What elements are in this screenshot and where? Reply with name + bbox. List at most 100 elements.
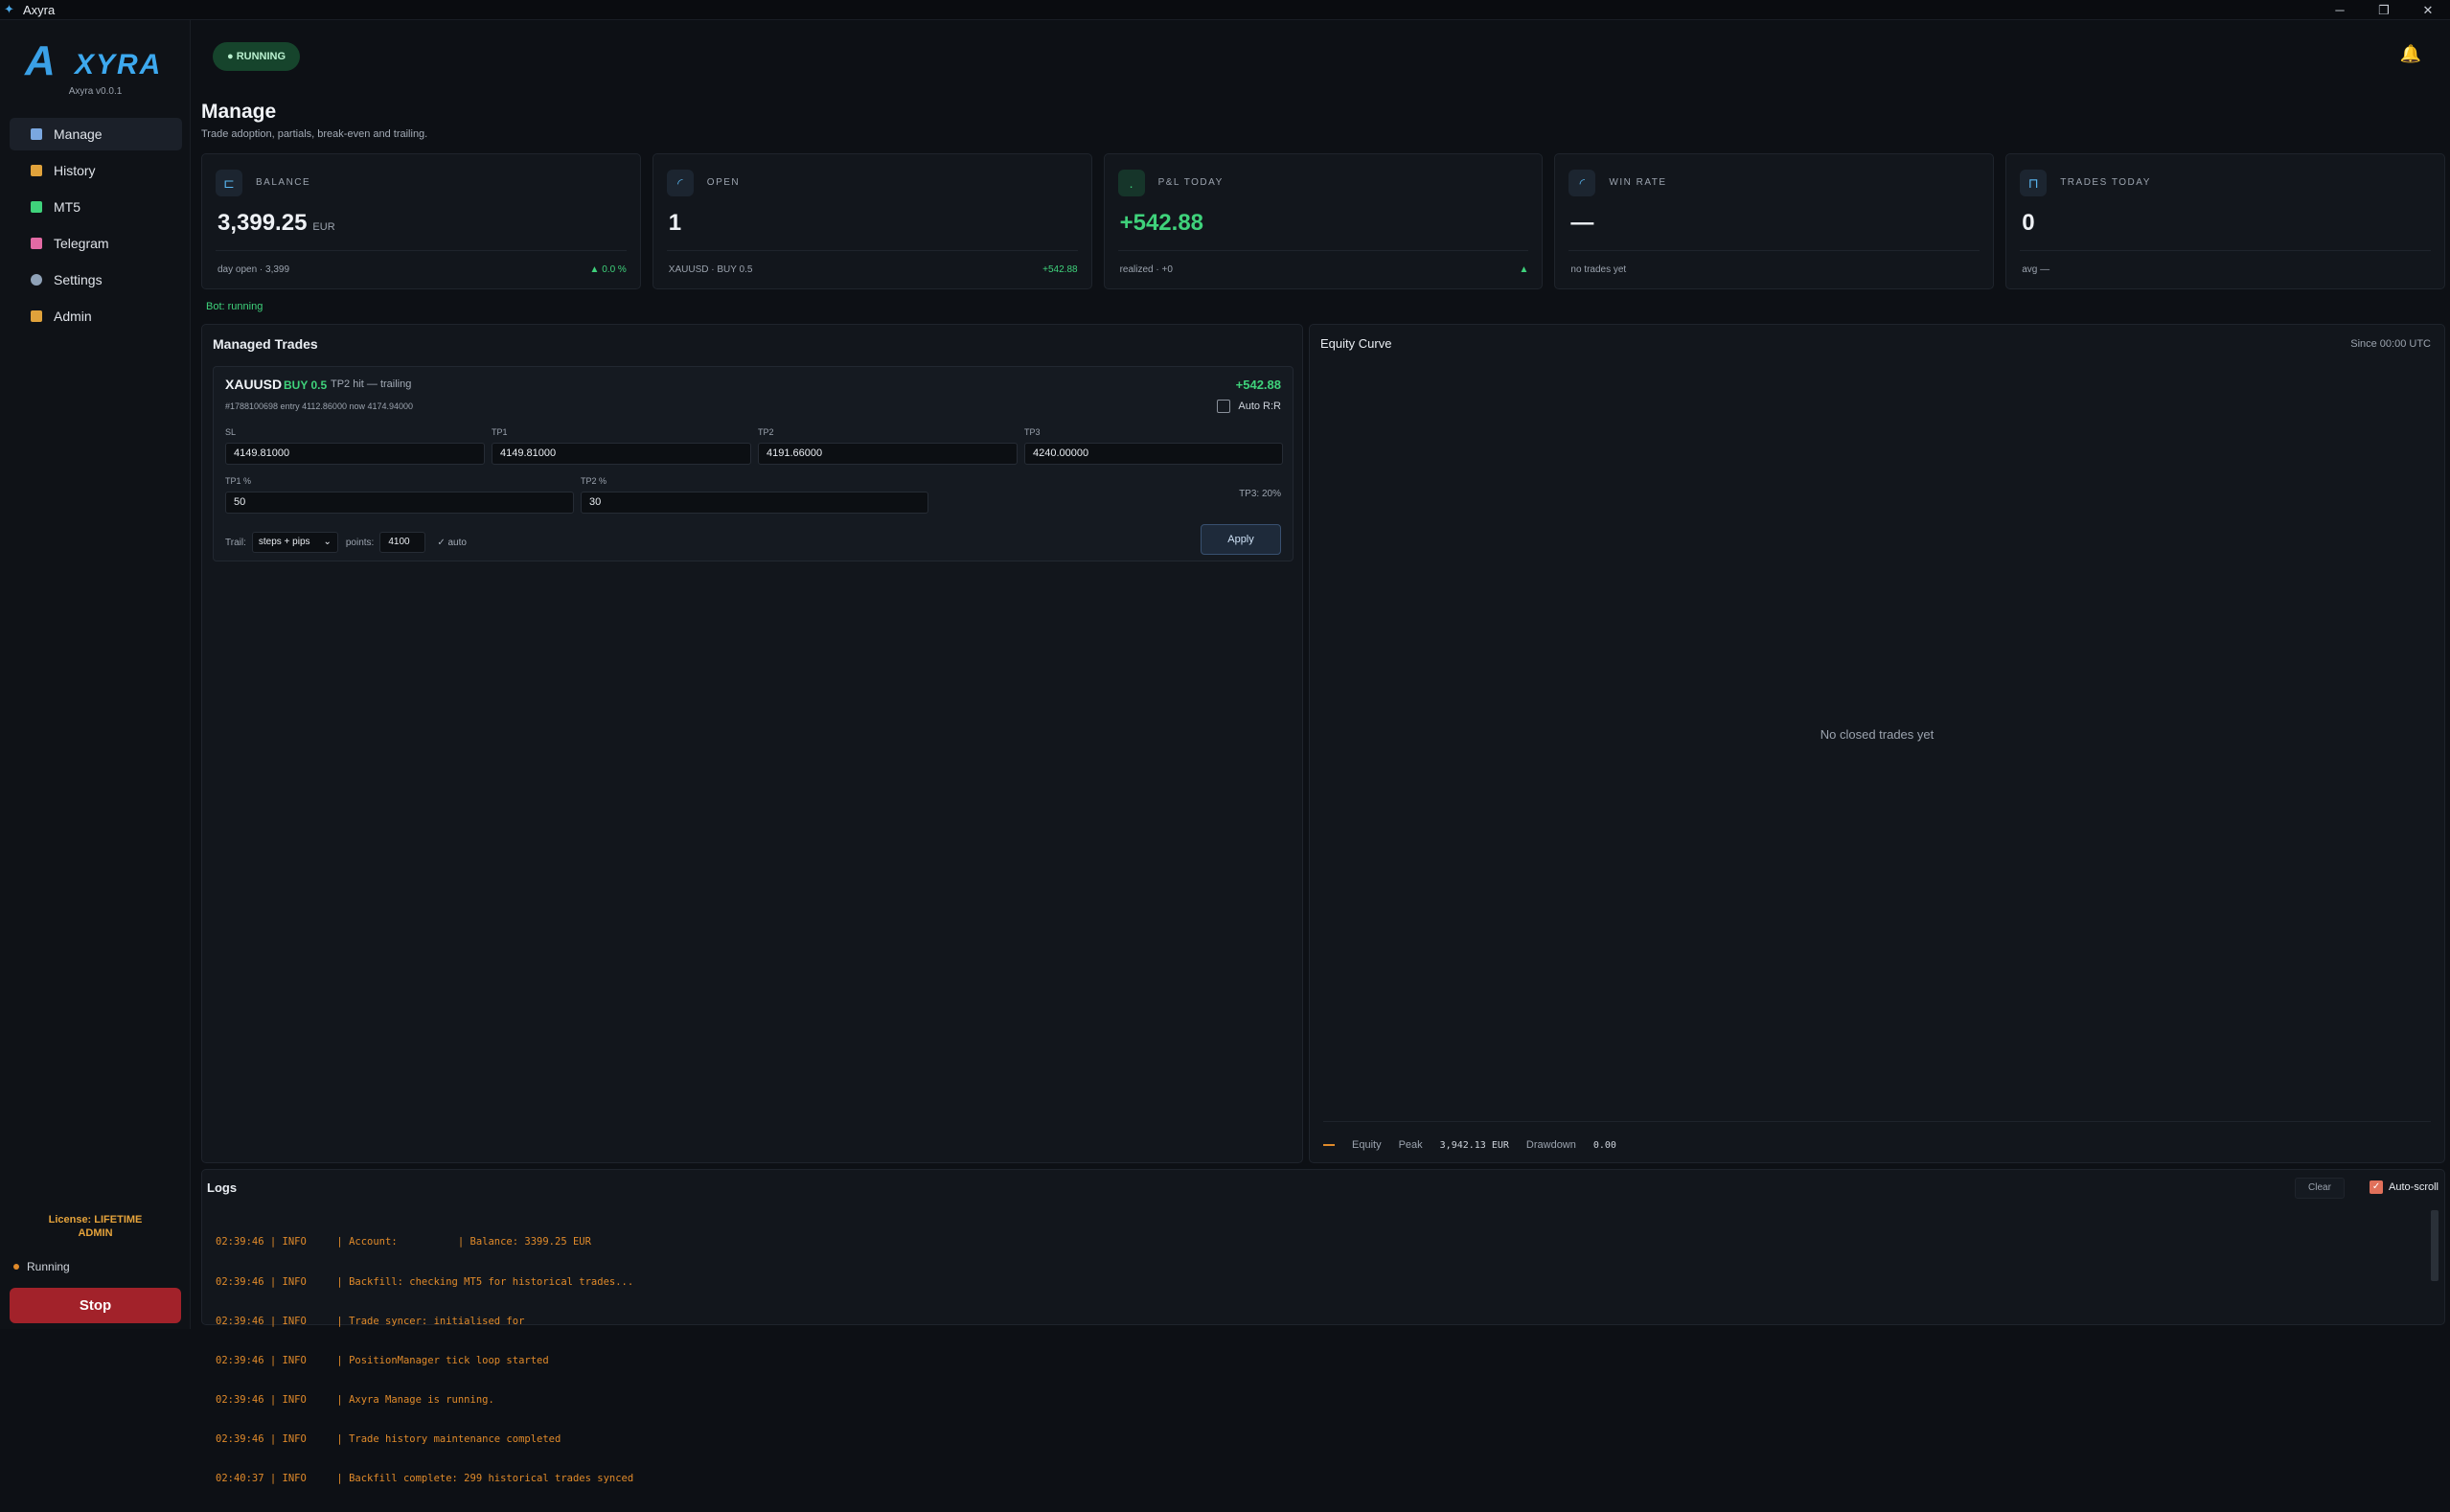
auto-trail-checkbox[interactable]: ✓ auto	[437, 538, 467, 548]
trades-icon: ⊓	[2020, 170, 2048, 196]
tp3-label: TP3	[1024, 427, 1041, 437]
log-line: 02:39:46 | INFO | PositionManager tick l…	[216, 1354, 549, 1366]
tp1-percent-label: TP1 %	[225, 476, 252, 486]
log-line: 02:39:46 | INFO | Trade history maintena…	[216, 1432, 561, 1445]
sidebar-item-label: Admin	[54, 309, 92, 324]
pnl-icon: .	[1117, 170, 1145, 196]
sidebar-item-label: History	[54, 163, 96, 178]
chevron-down-icon: ⌄	[323, 537, 332, 547]
drawdown-value: 0.00	[1592, 1139, 1616, 1151]
sidebar-item-history[interactable]: History	[10, 154, 182, 187]
crown-icon	[31, 310, 42, 322]
points-input[interactable]: 4100	[379, 532, 426, 553]
stat-divider	[216, 250, 627, 251]
sidebar-nav: Manage History MT5 Telegram Settings Adm…	[10, 118, 182, 336]
auto-scroll-label: Auto-scroll	[2389, 1181, 2439, 1193]
logs-scrollbar[interactable]	[2431, 1210, 2439, 1281]
log-line: 02:39:46 | INFO | Trade syncer: initiali…	[216, 1315, 525, 1327]
stat-label: P&L TODAY	[1157, 177, 1224, 188]
stat-value: 3,399.25 EUR	[218, 210, 335, 237]
stat-divider	[1568, 250, 1981, 251]
sidebar-item-label: Manage	[54, 126, 103, 142]
stat-label: WIN RATE	[1609, 177, 1667, 188]
legend-divider	[1323, 1121, 2431, 1122]
tp3-input[interactable]: 4240.00000	[1024, 443, 1283, 465]
chart-green-icon	[31, 201, 42, 213]
equity-since: Since 00:00 UTC	[2350, 338, 2431, 350]
bell-icon[interactable]: 🔔	[2400, 44, 2421, 64]
gauge-icon: ◜	[1568, 170, 1596, 196]
log-line: 02:39:46 | INFO | Backfill: checking MT5…	[216, 1275, 634, 1288]
window-controls: ─ ❐ ✕	[2318, 0, 2450, 20]
sidebar-item-telegram[interactable]: Telegram	[10, 227, 182, 260]
legend-drawdown: Drawdown	[1525, 1139, 1576, 1151]
sidebar-item-settings[interactable]: Settings	[10, 263, 182, 296]
title-bar: ✦ Axyra ─ ❐ ✕	[0, 0, 2450, 20]
status-badge: ● RUNNING	[213, 42, 301, 71]
equity-curve-title: Equity Curve	[1320, 336, 1392, 351]
tp1-label: TP1	[492, 427, 508, 437]
tp1-percent-input[interactable]: 50	[225, 492, 574, 514]
log-line: 02:39:46 | INFO | Account: | Balance: 33…	[216, 1236, 591, 1249]
restore-icon[interactable]: ❐	[2362, 0, 2406, 20]
stat-label: TRADES TODAY	[2060, 177, 2151, 188]
stop-button[interactable]: Stop	[10, 1288, 181, 1323]
balance-icon: ⊏	[216, 170, 242, 196]
status-dot-icon	[13, 1264, 19, 1270]
brand-logo: A XYRA	[21, 35, 174, 93]
sl-input[interactable]: 4149.81000	[225, 443, 485, 465]
log-output: 02:39:46 | INFO | Account: | Balance: 33…	[216, 1210, 633, 1512]
bot-status: Bot: running	[206, 301, 263, 312]
tp2-percent-label: TP2 %	[581, 476, 607, 486]
stat-card-win-rate: ◜ WIN RATE — no trades yet	[1554, 153, 1995, 289]
apply-button[interactable]: Apply	[1201, 524, 1281, 555]
checkbox-checked-icon[interactable]: ✓	[2370, 1180, 2384, 1194]
trade-status: TP2 hit — trailing	[331, 378, 412, 390]
trail-mode-select[interactable]: steps + pips ⌄	[251, 532, 338, 553]
stat-change: ▲	[1519, 264, 1529, 275]
stat-value: 0	[2022, 210, 2035, 236]
clear-logs-button[interactable]: Clear	[2295, 1178, 2345, 1199]
stat-change: +542.88	[1042, 264, 1078, 275]
license-type: License: LIFETIME	[48, 1214, 143, 1226]
sl-label: SL	[225, 427, 237, 437]
balance-unit: EUR	[312, 221, 335, 233]
tp2-label: TP2	[758, 427, 774, 437]
tp2-input[interactable]: 4191.66000	[758, 443, 1018, 465]
stat-divider	[666, 250, 1078, 251]
app-version: Axyra v0.0.1	[68, 86, 123, 97]
logo-wordmark: XYRA	[75, 49, 163, 80]
peak-value: 3,942.13 EUR	[1439, 1139, 1509, 1151]
tp2-percent-input[interactable]: 30	[581, 492, 928, 514]
stat-card-trades-today: ⊓ TRADES TODAY 0 avg —	[2005, 153, 2445, 289]
trail-mode-value: steps + pips	[258, 537, 310, 547]
sidebar: A XYRA Axyra v0.0.1 Manage History MT5 T…	[0, 20, 191, 1329]
log-line: 02:39:46 | INFO | Axyra Manage is runnin…	[216, 1393, 494, 1406]
stat-footer: day open · 3,399	[218, 264, 290, 275]
trade-side: BUY 0.5	[284, 378, 328, 392]
stat-footer: realized · +0	[1119, 264, 1173, 275]
legend-peak: Peak	[1398, 1139, 1423, 1151]
equity-swatch-icon	[1323, 1144, 1335, 1146]
gauge-icon: ◜	[666, 170, 694, 196]
license-info: License: LIFETIME ADMIN	[0, 1213, 191, 1240]
auto-rr-label: Auto R:R	[1238, 401, 1281, 412]
page-title: Manage	[201, 101, 277, 123]
sidebar-item-manage[interactable]: Manage	[10, 118, 182, 150]
stats-row: ⊏ BALANCE 3,399.25 EUR day open · 3,399 ▲…	[201, 153, 2445, 289]
minimize-icon[interactable]: ─	[2318, 0, 2362, 20]
stat-divider	[1117, 250, 1529, 251]
stat-footer: XAUUSD · BUY 0.5	[668, 264, 753, 275]
close-icon[interactable]: ✕	[2406, 0, 2450, 20]
auto-scroll-toggle[interactable]: ✓ Auto-scroll	[2370, 1180, 2439, 1194]
tp1-input[interactable]: 4149.81000	[492, 443, 751, 465]
sidebar-item-label: Settings	[54, 272, 103, 287]
checkbox-icon[interactable]	[1217, 400, 1231, 413]
sidebar-item-admin[interactable]: Admin	[10, 300, 182, 332]
stat-card-balance: ⊏ BALANCE 3,399.25 EUR day open · 3,399 ▲…	[201, 153, 641, 289]
sidebar-item-mt5[interactable]: MT5	[10, 191, 182, 223]
chart-icon	[31, 128, 42, 140]
trail-controls: Trail: steps + pips ⌄ points: 4100 ✓ auto	[225, 532, 467, 553]
trade-card: XAUUSD BUY 0.5 TP2 hit — trailing #17881…	[213, 366, 1294, 561]
auto-rr-toggle[interactable]: Auto R:R	[1217, 400, 1281, 413]
